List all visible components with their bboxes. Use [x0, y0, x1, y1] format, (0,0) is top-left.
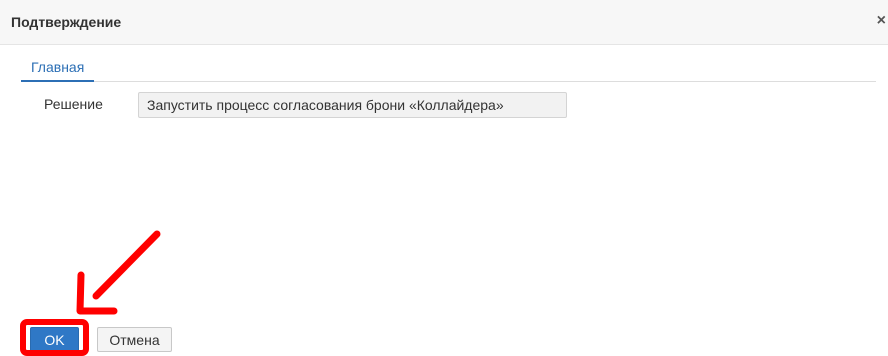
confirmation-dialog: Подтверждение × Главная Решение OK Отмен… — [0, 0, 888, 356]
dialog-header: Подтверждение × — [0, 0, 888, 45]
cancel-button[interactable]: Отмена — [97, 327, 172, 352]
arrowhead — [76, 271, 118, 315]
decision-label: Решение — [44, 96, 103, 112]
close-icon[interactable]: × — [877, 12, 886, 30]
decision-field[interactable] — [138, 92, 567, 118]
arrow-shaft — [92, 230, 161, 300]
tab-main[interactable]: Главная — [21, 52, 95, 82]
ok-button[interactable]: OK — [30, 327, 79, 352]
dialog-title: Подтверждение — [11, 14, 122, 30]
tab-bar: Главная — [21, 52, 876, 82]
